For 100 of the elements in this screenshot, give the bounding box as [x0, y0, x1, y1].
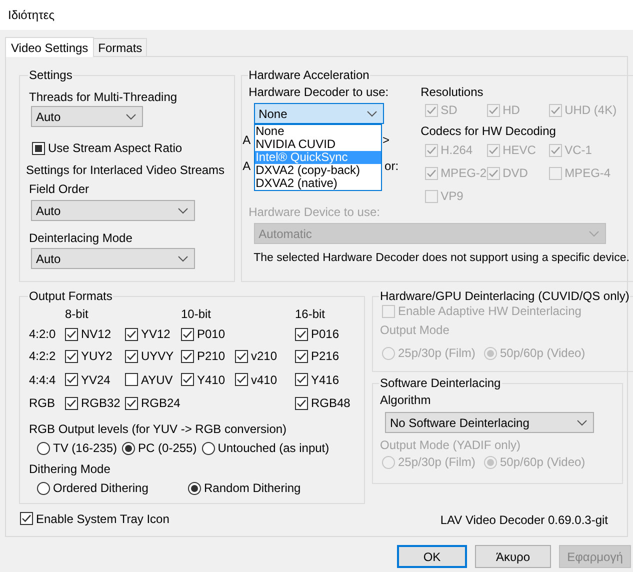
label-fragment: A	[242, 159, 251, 173]
checkbox-label: UHD (4K)	[564, 103, 617, 117]
checkbox[interactable]	[125, 328, 138, 340]
chevron-down-icon	[178, 208, 188, 214]
checkbox[interactable]	[295, 373, 308, 386]
column-header: 16-bit	[295, 307, 326, 323]
label-fragment: >	[382, 133, 390, 147]
chevron-down-icon	[366, 110, 377, 116]
row-label: 4:2:0	[29, 326, 57, 343]
checkbox[interactable]	[125, 396, 138, 410]
dropdown[interactable]: Auto	[31, 200, 195, 221]
column-header: 8-bit	[65, 307, 90, 323]
checkbox-label: v210	[251, 349, 278, 363]
radio-button[interactable]	[37, 442, 50, 454]
checkbox[interactable]	[181, 328, 194, 340]
checkbox[interactable]	[32, 142, 45, 154]
radio-label: TV (16-235)	[53, 441, 118, 455]
checkbox-label: HD	[502, 103, 520, 117]
checkbox-label: RGB48	[311, 396, 350, 410]
row-label: RGB	[29, 395, 56, 412]
section-heading: Resolutions	[420, 85, 484, 99]
radio-label: 25p/30p (Film)	[398, 346, 476, 360]
window-title: Ιδιότητες	[8, 8, 54, 22]
label-fragment: or:	[384, 159, 399, 173]
group-title: Software Deinterlacing	[379, 376, 502, 390]
label: Output Mode (YADIF only)	[380, 438, 522, 452]
label: RGB Output levels (for YUV -> RGB conversion)	[29, 422, 288, 436]
radio-button[interactable]	[188, 482, 201, 494]
checkbox-label: MPEG-2	[440, 166, 487, 180]
version-text: LAV Video Decoder 0.69.0.3-git	[440, 513, 608, 527]
row-label: 4:4:4	[29, 372, 57, 388]
checkbox[interactable]	[65, 350, 78, 362]
info-text: The selected Hardware Decoder does not support using a specific device.	[254, 251, 630, 265]
radio-button[interactable]	[122, 442, 136, 454]
radio-label: Ordered Dithering	[53, 481, 148, 495]
chevron-down-icon	[588, 230, 599, 236]
checkbox-label: H.264	[440, 143, 473, 157]
radio-label: 25p/30p (Film)	[398, 455, 476, 469]
dropdown[interactable]: No Software Deinterlacing	[385, 412, 594, 433]
radio-button[interactable]	[37, 482, 50, 494]
radio-label: 50p/60p (Video)	[500, 455, 586, 469]
checkbox-label: DVD	[502, 166, 528, 180]
checkbox-label: AYUV	[141, 372, 173, 386]
checkbox[interactable]	[65, 396, 78, 410]
checkbox-label: P210	[197, 349, 226, 363]
radio-label: 50p/60p (Video)	[500, 346, 586, 360]
radio-label: Random Dithering	[204, 481, 301, 495]
dropdown-option[interactable]: None	[254, 125, 381, 138]
dropdown-option[interactable]: DXVA2 (copy-back)	[254, 164, 381, 177]
checkbox[interactable]	[125, 373, 138, 386]
tab[interactable]: Formats	[94, 38, 148, 56]
label: Field Order	[29, 182, 90, 196]
group-title: Hardware Acceleration	[248, 68, 370, 82]
checkbox-label: Use Stream Aspect Ratio	[48, 141, 182, 155]
checkbox[interactable]	[235, 350, 248, 362]
group-title: Settings	[28, 68, 74, 82]
checkbox-label: v410	[251, 372, 278, 386]
checkbox[interactable]	[125, 350, 138, 362]
dropdown[interactable]: None	[254, 103, 384, 124]
dropdown[interactable]: Auto	[31, 248, 195, 269]
label: Threads for Multi-Threading	[29, 90, 178, 104]
checkbox[interactable]	[181, 350, 194, 362]
label: Algorithm	[380, 393, 432, 407]
checkbox-label: Enable System Tray Icon	[36, 512, 170, 526]
checkbox-label: VC-1	[564, 143, 592, 157]
checkbox-label: Y410	[197, 372, 226, 386]
chevron-down-icon	[178, 256, 188, 262]
checkbox[interactable]	[295, 328, 308, 340]
row-label: 4:2:2	[29, 348, 57, 365]
checkbox-label: MPEG-4	[564, 166, 611, 180]
checkbox[interactable]	[235, 373, 248, 386]
checkbox-label: Y416	[311, 372, 340, 386]
chevron-down-icon	[577, 420, 587, 426]
checkbox-label: P016	[311, 327, 340, 341]
dialog-button[interactable]: OK	[397, 545, 467, 568]
column-header: 10-bit	[181, 307, 212, 323]
dropdown-option[interactable]: NVIDIA CUVID	[254, 138, 381, 151]
checkbox-label: RGB32	[81, 396, 120, 410]
checkbox-label: Enable Adaptive HW Deinterlacing	[398, 304, 582, 318]
tab[interactable]: Video Settings	[5, 37, 94, 57]
dialog-button[interactable]: Άκυρο	[475, 545, 551, 568]
checkbox[interactable]	[65, 328, 78, 340]
checkbox[interactable]	[181, 373, 194, 386]
label: Output Mode	[380, 323, 450, 337]
checkbox[interactable]	[20, 512, 33, 525]
checkbox-label: NV12	[81, 327, 112, 341]
dropdown-option[interactable]: DXVA2 (native)	[254, 177, 381, 190]
checkbox-label: UYVY	[141, 349, 174, 363]
checkbox[interactable]	[65, 373, 78, 386]
checkbox-label: SD	[440, 103, 458, 117]
checkbox-label: YV12	[141, 327, 170, 341]
section-heading: Codecs for HW Decoding	[420, 124, 557, 138]
checkbox-label: P216	[311, 349, 340, 363]
radio-button[interactable]	[202, 442, 215, 454]
checkbox-label: YUY2	[81, 349, 112, 363]
checkbox[interactable]	[295, 396, 308, 410]
dropdown[interactable]: Auto	[31, 106, 143, 127]
checkbox[interactable]	[295, 350, 308, 362]
group-title: Output Formats	[28, 289, 114, 303]
label: Hardware Device to use:	[248, 205, 381, 219]
